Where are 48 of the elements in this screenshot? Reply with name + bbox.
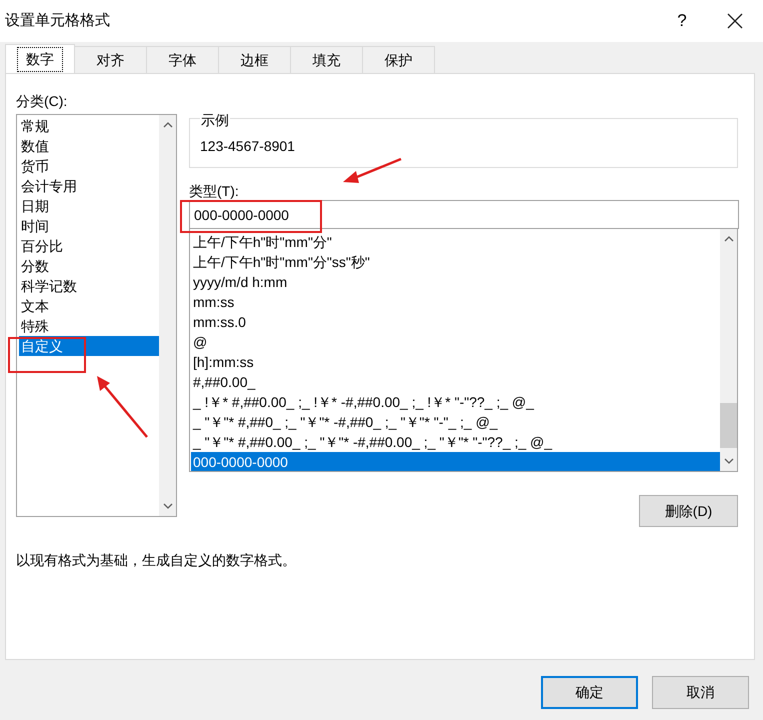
category-item[interactable]: 常规: [19, 116, 159, 136]
format-item[interactable]: 上午/下午h"时"mm"分": [191, 232, 720, 252]
help-button[interactable]: ?: [662, 8, 702, 34]
format-item[interactable]: mm:ss.0: [191, 312, 720, 332]
close-icon[interactable]: [727, 13, 743, 29]
tab[interactable]: 字体: [147, 46, 219, 73]
format-list[interactable]: [189, 229, 738, 472]
category-item[interactable]: 文本: [19, 296, 159, 316]
tab[interactable]: 数字: [5, 44, 75, 73]
annotation-arrow: [95, 374, 150, 440]
category-item[interactable]: 日期: [19, 196, 159, 216]
category-item[interactable]: 会计专用: [19, 176, 159, 196]
format-item[interactable]: 上午/下午h"时"mm"分"ss"秒": [191, 252, 720, 272]
format-item[interactable]: @: [191, 332, 720, 352]
category-label: 分类(C):: [16, 92, 68, 110]
format-item[interactable]: #,##0.00_: [191, 372, 720, 392]
category-item[interactable]: 特殊: [19, 316, 159, 336]
tab[interactable]: 填充: [291, 46, 363, 73]
category-item[interactable]: 时间: [19, 216, 159, 236]
format-item[interactable]: 000-0000-0000: [191, 452, 720, 471]
window-title: 设置单元格格式: [5, 10, 110, 31]
sample-value: 123-4567-8901: [200, 137, 296, 155]
format-item[interactable]: [h]:mm:ss: [191, 352, 720, 372]
format-item[interactable]: _ !￥* #,##0.00_ ;_ !￥* -#,##0.00_ ;_ !￥* "-"??_ ;_ @_: [191, 392, 720, 412]
delete-button[interactable]: 删除(D): [639, 495, 738, 527]
cancel-button[interactable]: 取消: [652, 676, 749, 709]
category-item[interactable]: 货币: [19, 156, 159, 176]
format-item[interactable]: _ "￥"* #,##0_ ;_ "￥"* -#,##0_ ;_ "￥"* "-"_ ;_ @_: [191, 412, 720, 432]
category-item[interactable]: 分数: [19, 256, 159, 276]
sample-label: 示例: [200, 112, 230, 128]
scrollbar[interactable]: [720, 229, 737, 471]
tab[interactable]: 保护: [363, 46, 435, 73]
category-item[interactable]: 数值: [19, 136, 159, 156]
category-item[interactable]: 科学记数: [19, 276, 159, 296]
type-label: 类型(T):: [189, 182, 240, 200]
format-item[interactable]: mm:ss: [191, 292, 720, 312]
type-input[interactable]: 000-0000-0000: [189, 200, 739, 229]
scrollbar[interactable]: [159, 115, 176, 516]
format-item[interactable]: _ "￥"* #,##0.00_ ;_ "￥"* -#,##0.00_ ;_ "￥"* "-"??_ ;_ @_: [191, 432, 720, 452]
category-item[interactable]: 百分比: [19, 236, 159, 256]
description-text: 以现有格式为基础，生成自定义的数字格式。: [16, 551, 297, 569]
ok-button[interactable]: 确定: [541, 676, 638, 709]
scrollbar-thumb[interactable]: [720, 403, 737, 448]
tab[interactable]: 边框: [219, 46, 291, 73]
tab[interactable]: 对齐: [75, 46, 147, 73]
format-item[interactable]: yyyy/m/d h:mm: [191, 272, 720, 292]
category-item[interactable]: 自定义: [19, 336, 159, 356]
category-list[interactable]: 常规 数值 货币 会计专用 日期 时间 百分比 分数 科学记数 文本 特殊 自定义: [16, 114, 177, 517]
